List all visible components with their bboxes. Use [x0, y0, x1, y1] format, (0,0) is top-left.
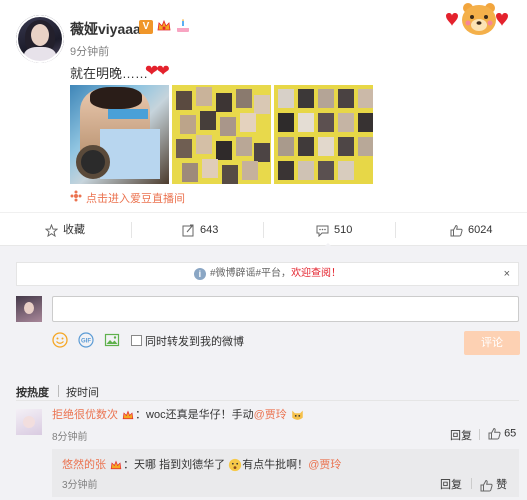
like-count: 6024 [468, 224, 493, 236]
comment-body: ：woc还真是华仔！手动 [135, 409, 254, 421]
live-icon [70, 190, 82, 202]
reply-time: 3分钟前 [62, 480, 98, 491]
action-bar: 收藏 643 510 6024 [0, 212, 527, 246]
sort-by-hot[interactable]: 按热度 [16, 384, 49, 400]
cat-emoji-icon [292, 410, 303, 420]
reply-like-label: 赞 [496, 479, 508, 491]
comment-count: 510 [334, 224, 353, 236]
submit-comment-button[interactable]: 评论 [464, 331, 520, 355]
post-photo-1[interactable] [70, 85, 169, 184]
reply-body-a: ：天哪 指到刘德华了 [123, 459, 226, 471]
thumb-up-icon [480, 479, 493, 492]
reply-body-b: 有点牛批啊！ [242, 459, 309, 471]
idol-live-link[interactable]: 点击进入爱豆直播间 [86, 190, 185, 206]
replier-name[interactable]: 悠然的张 [62, 459, 106, 471]
post-time[interactable]: 9分钟前 [70, 43, 109, 59]
author-name[interactable]: 薇娅viyaaa [70, 19, 141, 39]
commenter-name[interactable]: 拒绝很优数次 [52, 409, 118, 421]
reply-reply-button[interactable]: 回复 [440, 476, 462, 492]
repost-icon [182, 224, 194, 237]
post-text: 就在明晚…… [70, 66, 149, 81]
thumb-up-icon [450, 224, 463, 237]
repost-checkbox-label[interactable]: 同时转发到我的微博 [145, 333, 244, 349]
heart-emoji: ❤❤ [145, 63, 170, 80]
crown-icon [122, 410, 134, 419]
repost-count: 643 [200, 224, 219, 236]
like-button[interactable]: 6024 [450, 213, 492, 247]
reply-mention[interactable]: @贾玲 [308, 459, 341, 471]
repost-button[interactable]: 643 [182, 213, 218, 247]
verified-badge: V [139, 20, 153, 34]
favorite-label: 收藏 [63, 224, 85, 236]
author-avatar[interactable] [16, 15, 64, 63]
crown-icon [110, 460, 122, 469]
notice-text: #微博辟谣#平台， [209, 268, 292, 279]
post-photo-3[interactable] [274, 85, 373, 184]
comment-section: i #微博辟谣#平台，欢迎查阅！ × GIF 同时转发到我的微博 评论 按热度 按… [0, 246, 527, 500]
notice-link[interactable]: 欢迎查阅！ [291, 268, 341, 279]
reply-button[interactable]: 回复 [450, 427, 472, 443]
emoji-icon[interactable] [52, 332, 68, 348]
favorite-button[interactable]: 收藏 [45, 213, 85, 247]
comment-time: 8分钟前 [52, 432, 88, 443]
post-photo-2[interactable] [172, 85, 271, 184]
star-icon [45, 223, 58, 237]
comment-like-count: 65 [504, 427, 517, 440]
comment-input[interactable] [52, 296, 519, 322]
info-icon: i [193, 268, 206, 280]
commenter-avatar[interactable] [16, 409, 42, 435]
comment-button[interactable]: 510 [316, 213, 352, 247]
my-avatar [16, 296, 42, 322]
rumor-notice: i #微博辟谣#平台，欢迎查阅！ × [16, 262, 519, 286]
thumb-up-icon [488, 427, 501, 440]
close-icon[interactable]: × [504, 263, 510, 285]
image-icon[interactable] [104, 332, 120, 348]
bear-icon [446, 3, 508, 35]
comment-icon [316, 225, 329, 237]
reply-like-button[interactable]: 赞 [480, 476, 507, 492]
reply-thread: 悠然的张 ：天哪 指到刘德华了 有点牛批啊！@贾玲 3分钟前 回复 赞 [52, 449, 519, 497]
reply-text: 悠然的张 ：天哪 指到刘德华了 有点牛批啊！@贾玲 [62, 456, 341, 472]
repost-checkbox[interactable] [131, 335, 142, 346]
sort-by-time[interactable]: 按时间 [66, 384, 99, 400]
comment-mention[interactable]: @贾玲 [254, 409, 287, 421]
svg-text:GIF: GIF [81, 339, 91, 345]
cake-icon [177, 19, 189, 32]
surprised-emoji-icon [229, 458, 242, 472]
gif-icon[interactable]: GIF [78, 332, 94, 348]
comment-like-button[interactable]: 65 [488, 427, 516, 440]
comment-text: 拒绝很优数次 ：woc还真是华仔！手动@贾玲 [52, 406, 305, 422]
weibo-post: 薇娅viyaaa V 9分钟前 就在明晚…… ❤❤ 点击进入爱豆直播间 [0, 0, 527, 212]
crown-icon [157, 19, 171, 31]
